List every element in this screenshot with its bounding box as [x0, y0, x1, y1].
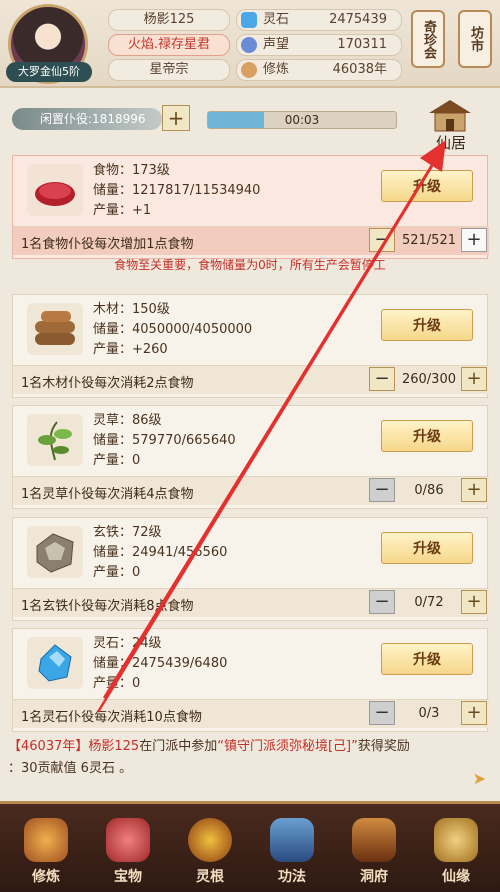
nav-treasure[interactable]: 宝物 — [88, 814, 168, 892]
level-text: 灵石：24级 — [93, 636, 162, 651]
herb-icon — [27, 414, 83, 466]
market-button[interactable]: 坊市 — [458, 10, 492, 68]
prestige-icon — [241, 37, 257, 53]
house-icon[interactable] — [425, 97, 475, 137]
progress-time: 00:03 — [284, 113, 320, 127]
add-servant-button[interactable]: + — [162, 105, 190, 131]
treasure-bag-icon — [106, 818, 150, 862]
level-text: 灵草：86级 — [93, 413, 162, 428]
event-log: 【46037年】杨影125在门派中参加“镇守门派须弥秘境[己]”获得奖励 ：30… — [8, 736, 492, 798]
house-label[interactable]: 仙居 — [418, 132, 484, 153]
log-text-2: 获得奖励 — [357, 739, 410, 754]
rank-badge: 大罗金仙5阶 — [6, 62, 92, 82]
wood-logs-icon — [27, 303, 83, 355]
add-servant-button[interactable]: + — [461, 590, 487, 614]
level-text: 玄铁：72级 — [93, 525, 162, 540]
iron-ore-icon — [27, 526, 83, 578]
servant-row: 1名玄铁仆役每次消耗8点食物 − 0/72 + — [13, 588, 489, 617]
output-text: 产量：+1 — [93, 203, 152, 218]
resource-card-food: 食物：173级 储量：1217817/11534940 产量：+1 升级 1名食… — [12, 155, 489, 259]
nav-spirit-root[interactable]: 灵根 — [170, 814, 250, 892]
log-player: 杨影125 — [88, 739, 140, 754]
servant-desc: 1名灵草仆役每次消耗4点食物 — [21, 487, 194, 502]
resource-prestige: 声望 170311 — [236, 34, 402, 56]
storage-text: 储量：1217817/11534940 — [93, 183, 261, 198]
player-title[interactable]: 火焰.禄存星君 — [108, 34, 230, 56]
resource-card-iron: 玄铁：72级 储量：24941/456560 产量：0 升级 1名玄铁仆役每次消… — [12, 517, 489, 621]
servant-row: 1名灵石仆役每次消耗10点食物 − 0/3 + — [13, 699, 489, 728]
spirit-stone-icon — [241, 12, 257, 28]
upgrade-button[interactable]: 升级 — [381, 170, 473, 202]
remove-servant-button[interactable]: − — [369, 228, 395, 252]
servant-desc: 1名灵石仆役每次消耗10点食物 — [21, 710, 202, 725]
nav-fate[interactable]: 仙缘 — [416, 814, 496, 892]
spirit-root-icon — [188, 818, 232, 862]
output-text: 产量：0 — [93, 676, 141, 691]
food-warning: 食物至关重要，食物储量为0时，所有生产会暂停工 — [114, 258, 386, 272]
servant-count: 0/72 — [414, 595, 444, 610]
nav-technique[interactable]: 功法 — [252, 814, 332, 892]
bottom-nav: 修炼 宝物 灵根 功法 洞府 仙缘 — [0, 801, 500, 892]
resource-card-spirit-stone: 灵石：24级 储量：2475439/6480 产量：0 升级 1名灵石仆役每次消… — [12, 628, 489, 732]
add-servant-button[interactable]: + — [461, 701, 487, 725]
log-event: “镇守门派须弥秘境[己]” — [217, 739, 358, 754]
resource-card-wood: 木材：150级 储量：4050000/4050000 产量：+260 升级 1名… — [12, 294, 489, 398]
level-text: 食物：173级 — [93, 163, 170, 178]
servant-desc: 1名木材仆役每次消耗2点食物 — [21, 376, 194, 391]
log-year: 【46037年】 — [8, 739, 89, 754]
remove-servant-button[interactable]: − — [369, 590, 395, 614]
servant-row: 1名灵草仆役每次消耗4点食物 − 0/86 + — [13, 476, 489, 505]
storage-text: 储量：579770/665640 — [93, 433, 236, 448]
servant-row: 1名食物仆役每次增加1点食物 − 521/521 + — [13, 226, 489, 255]
upgrade-button[interactable]: 升级 — [381, 643, 473, 675]
upgrade-button[interactable]: 升级 — [381, 309, 473, 341]
log-reward: ：30贡献值 6灵石 。 — [8, 761, 133, 776]
storage-text: 储量：24941/456560 — [93, 545, 228, 560]
output-text: 产量：0 — [93, 453, 141, 468]
log-text: 在门派中参加 — [139, 739, 218, 754]
remove-servant-button[interactable]: − — [369, 701, 395, 725]
add-servant-button[interactable]: + — [461, 478, 487, 502]
servant-count: 260/300 — [401, 372, 456, 387]
production-progress: 00:03 — [207, 111, 397, 129]
resource-spirit-stone: 灵石 2475439 — [236, 9, 402, 31]
player-name: 杨影125 — [108, 9, 230, 31]
upgrade-button[interactable]: 升级 — [381, 532, 473, 564]
output-text: 产量：+260 — [93, 342, 168, 357]
meditating-figure-icon — [24, 818, 68, 862]
servant-count: 0/3 — [418, 706, 440, 721]
servant-count: 0/86 — [414, 483, 444, 498]
storage-text: 储量：2475439/6480 — [93, 656, 228, 671]
servant-desc: 1名玄铁仆役每次消耗8点食物 — [21, 599, 194, 614]
resource-card-herb: 灵草：86级 储量：579770/665640 产量：0 升级 1名灵草仆役每次… — [12, 405, 489, 509]
storage-text: 储量：4050000/4050000 — [93, 322, 253, 337]
cultivation-icon — [241, 62, 257, 78]
resource-cultivation: 修炼 46038年 — [236, 59, 402, 81]
upgrade-button[interactable]: 升级 — [381, 420, 473, 452]
treasure-fair-button[interactable]: 奇珍会 — [411, 10, 445, 68]
remove-servant-button[interactable]: − — [369, 478, 395, 502]
nav-cave-dwelling[interactable]: 洞府 — [334, 814, 414, 892]
output-text: 产量：0 — [93, 565, 141, 580]
fate-icon — [434, 818, 478, 862]
header: 大罗金仙5阶 杨影125 火焰.禄存星君 星帝宗 灵石 2475439 声望 1… — [0, 0, 500, 86]
log-expand-icon[interactable]: ➤ — [473, 768, 486, 790]
scroll-book-icon — [270, 818, 314, 862]
nav-cultivate[interactable]: 修炼 — [6, 814, 86, 892]
idle-servants-label: 闲置仆役:1818996 — [12, 108, 162, 130]
player-sect[interactable]: 星帝宗 — [108, 59, 230, 81]
servant-count: 521/521 — [401, 233, 456, 248]
pavilion-icon — [352, 818, 396, 862]
remove-servant-button[interactable]: − — [369, 367, 395, 391]
servant-desc: 1名食物仆役每次增加1点食物 — [21, 237, 194, 252]
spirit-crystal-icon — [27, 637, 83, 689]
servant-row: 1名木材仆役每次消耗2点食物 − 260/300 + — [13, 365, 489, 394]
meat-icon — [27, 164, 83, 216]
add-servant-button[interactable]: + — [461, 228, 487, 252]
add-servant-button[interactable]: + — [461, 367, 487, 391]
level-text: 木材：150级 — [93, 302, 170, 317]
